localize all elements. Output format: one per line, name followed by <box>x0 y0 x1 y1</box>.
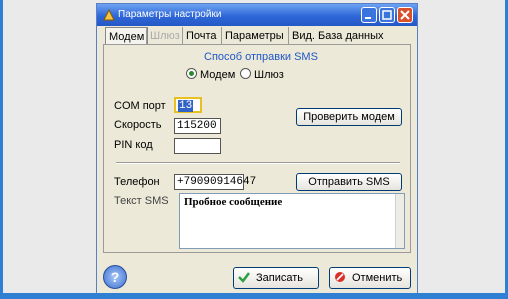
cancel-icon <box>335 272 345 282</box>
checkmark-icon <box>238 272 250 283</box>
maximize-button[interactable] <box>379 7 395 23</box>
com-port-value: 13 <box>178 100 194 112</box>
radio-gateway-label: Шлюз <box>254 69 284 81</box>
textarea-scrollbar[interactable] <box>395 194 404 248</box>
app-icon <box>103 9 115 21</box>
phone-label: Телефон <box>114 176 160 188</box>
radio-checked-icon <box>186 68 197 79</box>
section-divider <box>116 162 400 164</box>
tab-gateway[interactable]: Шлюз <box>146 27 183 45</box>
speed-input[interactable]: 115200 <box>174 118 221 134</box>
tab-view-database[interactable]: Вид. База данных <box>288 27 387 45</box>
modem-tab-panel: Способ отправки SMS Модем Шлюз COM порт … <box>103 44 411 253</box>
tab-parameters[interactable]: Параметры <box>221 27 287 45</box>
send-sms-button[interactable]: Отправить SMS <box>296 173 402 191</box>
radio-modem-label: Модем <box>200 69 236 81</box>
tab-modem[interactable]: Модем <box>105 27 149 45</box>
tab-mail[interactable]: Почта <box>182 27 220 45</box>
close-button[interactable] <box>397 7 413 23</box>
minimize-icon <box>365 17 371 19</box>
sms-method-heading: Способ отправки SMS <box>204 51 318 63</box>
phone-input[interactable]: +79090914647 <box>174 174 256 190</box>
radio-unchecked-icon <box>240 68 251 79</box>
radio-gateway[interactable]: Шлюз <box>240 68 284 81</box>
com-port-input[interactable]: 13 <box>174 97 202 113</box>
sms-text-label: Текст SMS <box>114 195 169 207</box>
check-modem-button[interactable]: Проверить модем <box>296 108 402 126</box>
radio-modem[interactable]: Модем <box>186 68 235 81</box>
save-button-label: Записать <box>256 272 304 284</box>
com-port-label: COM порт <box>114 100 166 112</box>
window-title: Параметры настройки <box>118 9 222 20</box>
pin-code-label: PIN код <box>114 139 153 151</box>
speed-label: Скорость <box>114 119 162 131</box>
save-button[interactable]: Записать <box>233 267 319 289</box>
title-bar[interactable]: Параметры настройки <box>97 4 417 26</box>
sms-text-area[interactable]: Пробное сообщение <box>179 193 405 249</box>
taskbar-edge <box>0 293 508 299</box>
help-button[interactable]: ? <box>103 265 127 289</box>
cancel-button[interactable]: Отменить <box>329 267 411 289</box>
sms-text-value: Пробное сообщение <box>184 196 283 208</box>
help-icon: ? <box>110 269 120 285</box>
close-icon <box>400 10 410 20</box>
cancel-button-label: Отменить <box>352 272 403 284</box>
maximize-icon <box>382 10 392 20</box>
pin-code-input[interactable] <box>174 138 221 154</box>
minimize-button[interactable] <box>361 7 377 23</box>
settings-window: Параметры настройки Модем Шлюз Почта Пар… <box>96 3 418 296</box>
